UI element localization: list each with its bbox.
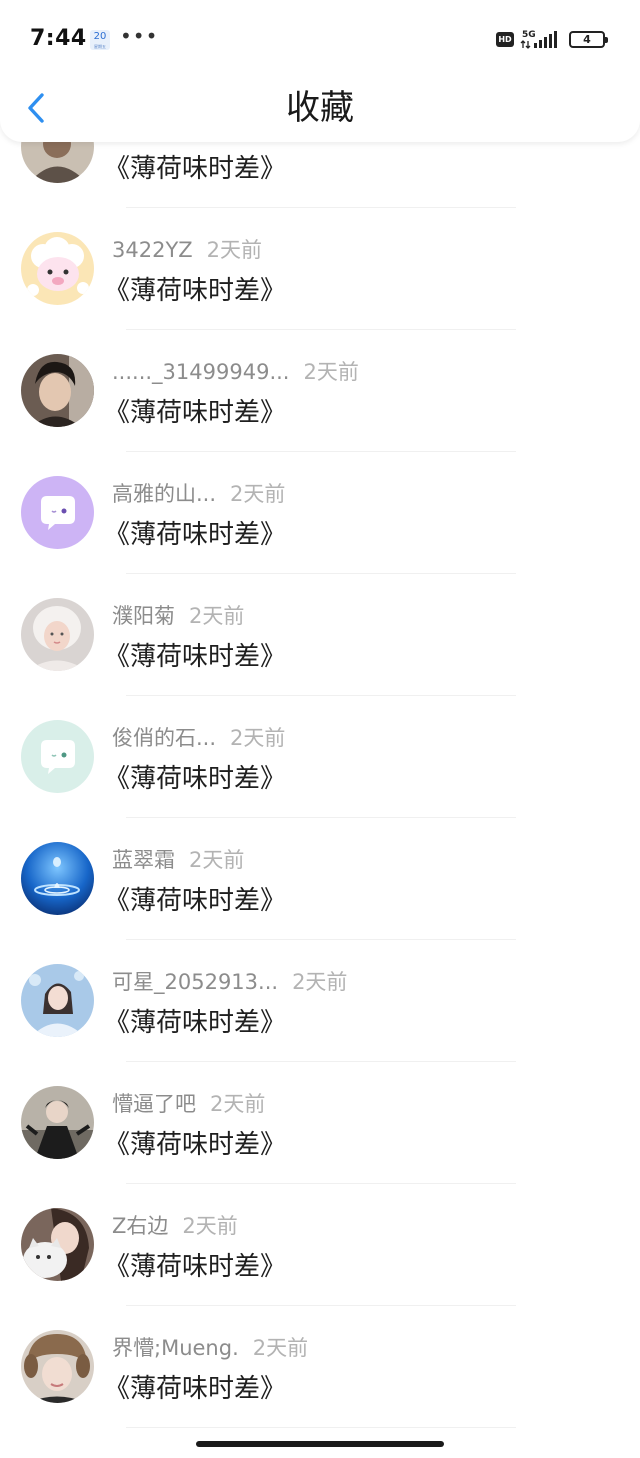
avatar[interactable]	[21, 1330, 94, 1403]
favorite-title[interactable]: 《薄荷味时差》	[104, 1248, 286, 1286]
favorite-title[interactable]: 《薄荷味时差》	[104, 516, 286, 554]
home-indicator[interactable]	[196, 1441, 444, 1447]
author-name[interactable]: 蓝翠霜	[112, 848, 175, 872]
author-name[interactable]: 3422YZ	[112, 238, 193, 262]
signal-icon: 5G	[520, 28, 562, 50]
item-meta: Z右边 2天前	[112, 1211, 238, 1241]
favorites-list: 《薄荷味时差》 3422YZ 2天前 《薄荷味时差》 ......_314999…	[0, 86, 640, 1428]
network-type: 5G	[522, 30, 536, 40]
favorite-title[interactable]: 《薄荷味时差》	[104, 150, 286, 188]
favorite-title[interactable]: 《薄荷味时差》	[104, 272, 286, 310]
header: 7:44 20 星期五 ••• HD 5G 4 收藏	[0, 0, 640, 142]
author-name[interactable]: 高雅的山...	[112, 482, 216, 506]
list-item[interactable]: 懵逼了吧 2天前 《薄荷味时差》	[0, 1062, 640, 1184]
favorite-title[interactable]: 《薄荷味时差》	[104, 1370, 286, 1408]
list-item[interactable]: 界懵;Mueng. 2天前 《薄荷味时差》	[0, 1306, 640, 1428]
list-item[interactable]: 蓝翠霜 2天前 《薄荷味时差》	[0, 818, 640, 940]
avatar[interactable]	[21, 720, 94, 793]
calendar-weekday: 星期五	[94, 44, 106, 49]
time-ago: 2天前	[206, 238, 263, 262]
time-ago: 2天前	[182, 1214, 238, 1238]
avatar[interactable]	[21, 476, 94, 549]
item-meta: 懵逼了吧 2天前	[112, 1089, 265, 1119]
time-ago: 2天前	[303, 360, 359, 384]
hd-icon: HD	[496, 32, 514, 47]
calendar-badge-icon: 20 星期五	[90, 30, 110, 50]
author-name[interactable]: 可星_2052913...	[112, 970, 278, 994]
avatar[interactable]	[21, 842, 94, 915]
favorite-title[interactable]: 《薄荷味时差》	[104, 394, 286, 432]
list-item[interactable]: 可星_2052913... 2天前 《薄荷味时差》	[0, 940, 640, 1062]
author-name[interactable]: Z右边	[112, 1214, 168, 1238]
divider	[126, 1427, 516, 1428]
status-bar: 7:44 20 星期五 ••• HD 5G 4	[0, 0, 640, 80]
avatar[interactable]	[21, 354, 94, 427]
list-item[interactable]: ......_31499949... 2天前 《薄荷味时差》	[0, 330, 640, 452]
list-item[interactable]: 高雅的山... 2天前 《薄荷味时差》	[0, 452, 640, 574]
time-ago: 2天前	[252, 1336, 309, 1360]
time-ago: 2天前	[189, 848, 245, 872]
avatar[interactable]	[21, 964, 94, 1037]
favorite-title[interactable]: 《薄荷味时差》	[104, 1126, 286, 1164]
item-meta: 俊俏的石... 2天前	[112, 723, 285, 753]
author-name[interactable]: 懵逼了吧	[112, 1092, 196, 1116]
list-item[interactable]: 3422YZ 2天前 《薄荷味时差》	[0, 208, 640, 330]
avatar[interactable]	[21, 1086, 94, 1159]
item-meta: ......_31499949... 2天前	[112, 357, 359, 387]
item-meta: 可星_2052913... 2天前	[112, 967, 347, 997]
list-item[interactable]: 俊俏的石... 2天前 《薄荷味时差》	[0, 696, 640, 818]
favorite-title[interactable]: 《薄荷味时差》	[104, 882, 286, 920]
author-name[interactable]: ......_31499949...	[112, 360, 289, 384]
item-meta: 界懵;Mueng. 2天前	[112, 1333, 308, 1363]
more-notifications-icon: •••	[120, 24, 159, 48]
avatar[interactable]	[21, 232, 94, 305]
avatar[interactable]	[21, 598, 94, 671]
author-name[interactable]: 俊俏的石...	[112, 726, 216, 750]
favorite-title[interactable]: 《薄荷味时差》	[104, 638, 286, 676]
battery-icon: 4	[569, 31, 608, 48]
item-meta: 高雅的山... 2天前	[112, 479, 285, 509]
author-name[interactable]: 界懵;Mueng.	[112, 1336, 239, 1360]
time-ago: 2天前	[230, 482, 286, 506]
time-ago: 2天前	[230, 726, 286, 750]
avatar[interactable]	[21, 1208, 94, 1281]
list-item[interactable]: 濮阳菊 2天前 《薄荷味时差》	[0, 574, 640, 696]
page-title: 收藏	[286, 88, 354, 128]
time-ago: 2天前	[210, 1092, 266, 1116]
favorite-title[interactable]: 《薄荷味时差》	[104, 1004, 286, 1042]
calendar-day: 20	[93, 31, 107, 42]
item-meta: 蓝翠霜 2天前	[112, 845, 244, 875]
item-meta: 3422YZ 2天前	[112, 235, 262, 265]
item-meta: 濮阳菊 2天前	[112, 601, 244, 631]
author-name[interactable]: 濮阳菊	[112, 604, 175, 628]
time-ago: 2天前	[189, 604, 245, 628]
list-item[interactable]: Z右边 2天前 《薄荷味时差》	[0, 1184, 640, 1306]
favorite-title[interactable]: 《薄荷味时差》	[104, 760, 286, 798]
status-time: 7:44	[30, 26, 87, 51]
time-ago: 2天前	[292, 970, 348, 994]
